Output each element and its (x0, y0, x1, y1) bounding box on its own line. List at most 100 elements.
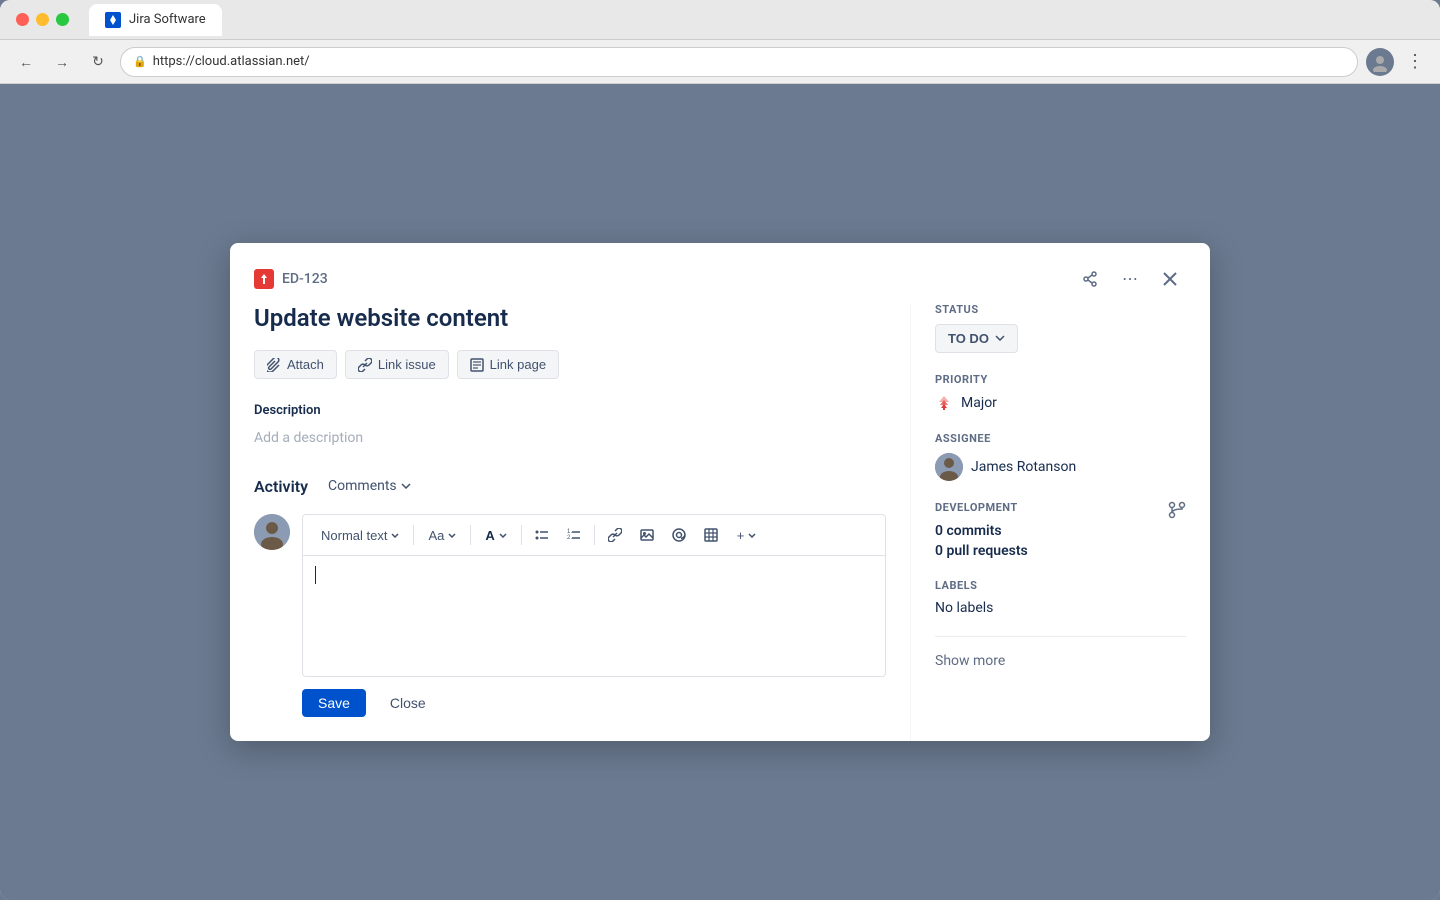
labels-label: LABELS (935, 579, 1186, 592)
issue-modal: ED-123 ⋯ (230, 243, 1210, 741)
font-color-dropdown[interactable]: A (477, 524, 514, 547)
modal-right-panel: STATUS TO DO PRIORITY (910, 303, 1210, 741)
activity-section: Activity Comments (254, 474, 886, 717)
status-section: STATUS TO DO (935, 303, 1186, 353)
priority-value: Major (961, 395, 997, 411)
commits-stat: 0 commits (935, 523, 1186, 539)
more-formatting-button[interactable]: + (729, 524, 765, 547)
font-size-dropdown[interactable]: Aa (420, 524, 464, 547)
browser-toolbar: ← → ↻ 🔒 https://cloud.atlassian.net/ ⋮ (0, 40, 1440, 84)
image-button[interactable] (633, 521, 661, 549)
more-options-button[interactable]: ⋯ (1114, 263, 1146, 295)
commits-label: commits (946, 523, 1001, 539)
lock-icon: 🔒 (133, 55, 147, 68)
development-section: DEVELOPMENT 0 commit (935, 501, 1186, 559)
separator-3 (521, 525, 522, 545)
issue-title: Update website content (254, 303, 886, 334)
close-editor-button[interactable]: Close (374, 689, 442, 717)
separator-4 (594, 525, 595, 545)
create-branch-icon[interactable] (1168, 501, 1186, 523)
maximize-window-button[interactable] (56, 13, 69, 26)
address-bar[interactable]: 🔒 https://cloud.atlassian.net/ (120, 47, 1358, 77)
svg-text:2.: 2. (567, 535, 572, 541)
pull-requests-label: pull requests (946, 543, 1027, 559)
priority-icon (935, 394, 953, 412)
priority-label: PRIORITY (935, 373, 1186, 386)
labels-value: No labels (935, 600, 1186, 616)
font-color-label: A (485, 528, 494, 543)
user-avatar (254, 514, 290, 550)
text-style-label: Normal text (321, 528, 387, 543)
priority-value-area: Major (935, 394, 1186, 412)
link-button[interactable] (601, 521, 629, 549)
link-issue-label: Link issue (378, 357, 436, 372)
labels-section: LABELS No labels (935, 579, 1186, 616)
tab-title: Jira Software (129, 12, 206, 27)
description-section: Description Add a description (254, 403, 886, 450)
bullet-list-button[interactable] (528, 521, 556, 549)
show-more-button[interactable]: Show more (935, 653, 1186, 669)
editor-cursor (315, 566, 316, 584)
modal-header: ED-123 ⋯ (230, 243, 1210, 303)
pull-requests-count: 0 (935, 543, 943, 559)
modal-left-panel: Update website content Attach (230, 303, 910, 741)
minimize-window-button[interactable] (36, 13, 49, 26)
editor-wrapper: Normal text Aa (302, 514, 886, 717)
development-label: DEVELOPMENT (935, 501, 1018, 514)
description-input[interactable]: Add a description (254, 426, 886, 450)
description-label: Description (254, 403, 886, 418)
modal-header-actions: ⋯ (1074, 263, 1186, 295)
assignee-name: James Rotanson (971, 459, 1076, 475)
tab-favicon (105, 12, 121, 28)
assignee-section: ASSIGNEE James Rotanson (935, 432, 1186, 481)
browser-menu-icon[interactable]: ⋮ (1402, 47, 1428, 76)
assignee-label: ASSIGNEE (935, 432, 1186, 445)
save-button[interactable]: Save (302, 689, 366, 717)
back-button[interactable]: ← (12, 48, 40, 76)
attach-label: Attach (287, 357, 324, 372)
assignee-area: James Rotanson (935, 453, 1186, 481)
url-text: https://cloud.atlassian.net/ (153, 54, 310, 69)
activity-filter-dropdown[interactable]: Comments (320, 474, 419, 498)
editor-actions: Save Close (302, 689, 886, 717)
link-page-button[interactable]: Link page (457, 350, 559, 379)
separator-1 (413, 525, 414, 545)
modal-body: Update website content Attach (230, 303, 1210, 741)
close-window-button[interactable] (16, 13, 29, 26)
status-label: STATUS (935, 303, 1186, 316)
text-style-dropdown[interactable]: Normal text (313, 524, 407, 547)
numbered-list-button[interactable]: 1. 2. (560, 521, 588, 549)
profile-avatar[interactable] (1366, 48, 1394, 76)
link-issue-button[interactable]: Link issue (345, 350, 449, 379)
editor-content[interactable] (303, 556, 885, 676)
browser-tab[interactable]: Jira Software (89, 4, 222, 36)
close-modal-button[interactable] (1154, 263, 1186, 295)
comment-area: Normal text Aa (254, 514, 886, 717)
status-value: TO DO (948, 331, 989, 346)
assignee-avatar (935, 453, 963, 481)
link-page-label: Link page (490, 357, 546, 372)
issue-type-icon (254, 269, 274, 289)
issue-id: ED-123 (282, 271, 328, 287)
page-content: ED-123 ⋯ (0, 84, 1440, 900)
attach-button[interactable]: Attach (254, 350, 337, 379)
browser-window: Jira Software ← → ↻ 🔒 https://cloud.atla… (0, 0, 1440, 900)
forward-button[interactable]: → (48, 48, 76, 76)
status-dropdown[interactable]: TO DO (935, 324, 1018, 353)
activity-header: Activity Comments (254, 474, 886, 498)
mention-button[interactable] (665, 521, 693, 549)
font-size-label: Aa (428, 528, 444, 543)
activity-filter-label: Comments (328, 478, 397, 494)
priority-section: PRIORITY Major (935, 373, 1186, 412)
table-button[interactable] (697, 521, 725, 549)
section-divider (935, 636, 1186, 637)
pull-requests-stat: 0 pull requests (935, 543, 1186, 559)
reload-button[interactable]: ↻ (84, 48, 112, 76)
activity-title: Activity (254, 477, 308, 496)
development-header: DEVELOPMENT (935, 501, 1186, 523)
issue-id-area: ED-123 (254, 269, 328, 289)
share-button[interactable] (1074, 263, 1106, 295)
editor-toolbar: Normal text Aa (303, 515, 885, 556)
browser-titlebar: Jira Software (0, 0, 1440, 40)
traffic-lights (16, 13, 69, 26)
